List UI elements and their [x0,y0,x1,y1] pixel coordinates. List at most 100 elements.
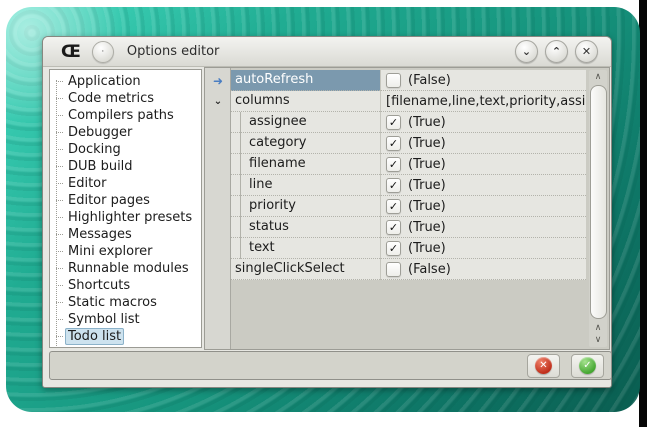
titlebar[interactable]: Œ · Options editor ⌄ ⌃ ✕ [43,37,611,67]
checkbox-checked[interactable]: ✓ [386,115,401,130]
window-menu-button[interactable]: · [92,41,114,63]
property-name[interactable]: text [231,238,380,259]
value-text: (True) [408,157,446,172]
property-row-singleClickSelect[interactable]: singleClickSelect (False) [231,259,586,280]
sidebar-item-runnable-modules[interactable]: Runnable modules [50,260,201,277]
sidebar-item-label: Runnable modules [65,260,192,277]
scrollbar-thumb[interactable] [590,85,607,319]
sidebar-item-editor-pages[interactable]: Editor pages [50,192,201,209]
value-text: (False) [408,73,451,88]
property-name[interactable]: status [231,217,380,238]
sidebar-item-docking[interactable]: Docking [50,141,201,158]
sidebar-item-label: Editor pages [65,192,153,209]
scroll-down-icon[interactable]: ∨ [589,334,607,346]
sidebar-item-mini-explorer[interactable]: Mini explorer [50,243,201,260]
accept-button[interactable]: ✓ [571,354,604,378]
property-name[interactable]: priority [231,196,380,217]
app-logo-icon: Œ [61,42,79,62]
property-name[interactable]: assignee [231,112,380,133]
checkbox-checked[interactable]: ✓ [386,199,401,214]
property-row-filename[interactable]: filename ✓ (True) [231,154,586,175]
property-value: ✓(True) [380,196,586,217]
sidebar-item-label: Docking [65,141,124,158]
sidebar-item-label: DUB build [65,158,136,175]
sidebar-item-highlighter-presets[interactable]: Highlighter presets [50,209,201,226]
checkbox-checked[interactable]: ✓ [386,220,401,235]
titlebar-buttons: ⌄ ⌃ ✕ [515,40,598,63]
sidebar-item-label: Debugger [65,124,135,141]
sidebar-item-label: Todo list [65,328,124,345]
property-name[interactable]: category [231,133,380,154]
property-name[interactable]: columns [231,91,380,112]
sidebar-item-compilers-paths[interactable]: Compilers paths [50,107,201,124]
checkbox-unchecked[interactable] [386,262,401,277]
property-name[interactable]: autoRefresh [231,70,380,91]
window-title: Options editor [127,44,220,59]
property-value: ✓ (True) [380,112,586,133]
sidebar-item-dub-build[interactable]: DUB build [50,158,201,175]
close-button[interactable]: ✕ [575,40,598,63]
sidebar-item-todo-list[interactable]: Todo list [50,328,201,345]
checkbox-checked[interactable]: ✓ [386,241,401,256]
value-text: (False) [408,262,451,277]
checkbox-checked[interactable]: ✓ [386,178,401,193]
property-value: ✓(True) [380,175,586,196]
scroll-up2-icon[interactable]: ∧ [589,322,607,334]
property-row-status[interactable]: status ✓ (True) [231,217,586,238]
sidebar-item-label: Compilers paths [65,107,177,124]
property-value: ✓ (True) [380,238,586,259]
value-text: (True) [408,220,446,235]
checkbox-checked[interactable]: ✓ [386,136,401,151]
cancel-icon: ✕ [535,357,552,374]
property-row-assignee[interactable]: assignee ✓ (True) [231,112,586,133]
vertical-scrollbar[interactable]: ∧ ∧ ∨ [589,70,607,347]
property-value: ✓ (True) [380,154,586,175]
desktop-background-strip [639,0,647,427]
cancel-button[interactable]: ✕ [527,354,560,378]
property-value: (False) [380,259,586,280]
property-row-text[interactable]: text ✓ (True) [231,238,586,259]
value-text: [filename,line,text,priority,assigne [386,94,586,109]
options-editor-window: Œ · Options editor ⌄ ⌃ ✕ ApplicationCode m… [42,36,612,388]
sidebar-item-label: Code metrics [65,90,157,107]
sidebar-item-label: Static macros [65,294,160,311]
property-name[interactable]: filename [231,154,380,175]
sidebar-item-static-macros[interactable]: Static macros [50,294,201,311]
scroll-up-icon[interactable]: ∧ [589,71,607,83]
property-row-priority[interactable]: priority✓(True) [231,196,586,217]
checkbox-checked[interactable]: ✓ [386,157,401,172]
sidebar-item-symbol-list[interactable]: Symbol list [50,311,201,328]
category-list-panel: ApplicationCode metricsCompilers pathsDe… [49,69,202,348]
dialog-footer: ✕✓ [49,351,612,380]
property-grid-rows: autoRefresh (False) columns [filename,line,… [231,70,586,280]
sidebar-item-label: Messages [65,226,135,243]
checkbox-unchecked[interactable] [386,73,401,88]
sidebar-item-code-metrics[interactable]: Code metrics [50,90,201,107]
expanded-chevron-icon[interactable]: ⌄ [210,91,226,112]
property-row-columns[interactable]: columns [filename,line,text,priority,assi… [231,91,586,112]
sidebar-item-editor[interactable]: Editor [50,175,201,192]
property-value: ✓ (True) [380,217,586,238]
property-name[interactable]: line [231,175,380,196]
value-text: (True) [408,136,446,151]
sidebar-item-debugger[interactable]: Debugger [50,124,201,141]
maximize-button[interactable]: ⌃ [545,40,568,63]
sidebar-item-label: Highlighter presets [65,209,195,226]
sidebar-item-messages[interactable]: Messages [50,226,201,243]
property-grid: ➜⌄ autoRefresh(False)columns[filename,li… [204,67,610,350]
sidebar-item-label: Editor [65,175,109,192]
property-value: ✓ (True) [380,133,586,154]
shade-button[interactable]: ⌄ [515,40,538,63]
sidebar-item-label: Symbol list [65,311,143,328]
property-row-line[interactable]: line✓(True) [231,175,586,196]
value-text: (True) [408,115,446,130]
grid-tree-line [240,112,241,259]
screenshot-canvas: Œ · Options editor ⌄ ⌃ ✕ ApplicationCode m… [0,0,647,427]
sidebar-item-application[interactable]: Application [50,73,201,90]
property-name[interactable]: singleClickSelect [231,259,380,280]
property-row-category[interactable]: category ✓ (True) [231,133,586,154]
property-row-autoRefresh[interactable]: autoRefresh (False) [231,70,586,91]
property-value: [filename,line,text,priority,assigne [380,91,586,112]
value-text: (True) [408,241,446,256]
sidebar-item-shortcuts[interactable]: Shortcuts [50,277,201,294]
